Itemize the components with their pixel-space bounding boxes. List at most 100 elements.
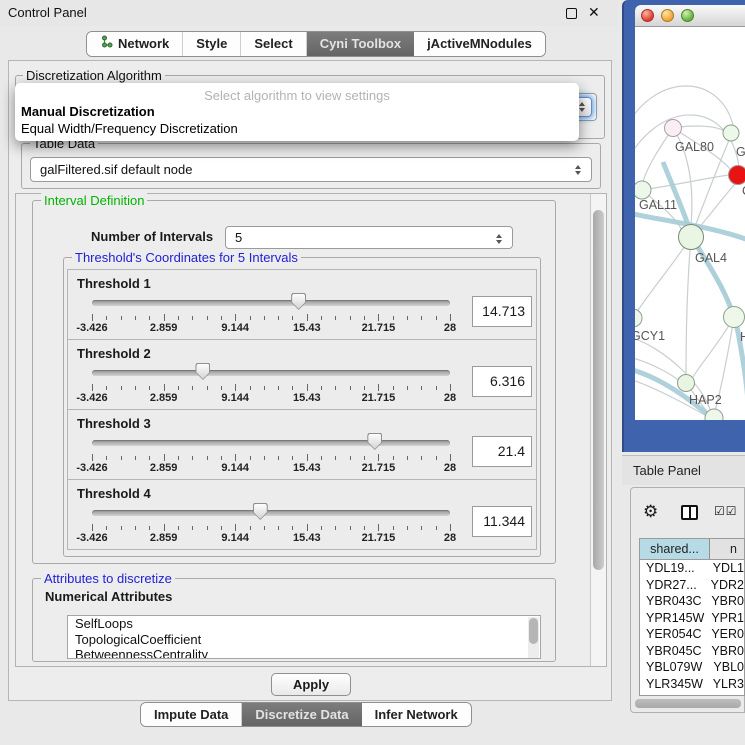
network-node-hap2[interactable]: [678, 375, 695, 392]
table-cell[interactable]: YBR0: [707, 643, 744, 660]
table-cell[interactable]: YDR2: [707, 577, 744, 594]
table-row[interactable]: YBL079WYBL0: [640, 659, 744, 676]
network-edge: [635, 237, 691, 315]
attributes-scrollbar-thumb[interactable]: [529, 618, 538, 644]
slider-thumb-icon[interactable]: [291, 293, 306, 310]
column-header-shared[interactable]: shared...: [640, 539, 710, 559]
table-cell[interactable]: YER0: [707, 626, 744, 643]
slider-track[interactable]: [92, 440, 450, 446]
table-cell[interactable]: YDL19...: [640, 560, 709, 577]
attribute-list-item[interactable]: SelfLoops: [68, 616, 540, 632]
table-cell[interactable]: YIL0: [710, 692, 744, 696]
tick-mark: [321, 316, 322, 320]
network-node-c[interactable]: [729, 166, 745, 185]
slider-thumb-icon[interactable]: [367, 433, 382, 450]
threshold-slider[interactable]: [92, 432, 450, 452]
network-node[interactable]: [705, 409, 723, 420]
float-window-icon[interactable]: [566, 8, 577, 19]
tick-mark: [192, 456, 193, 460]
table-row[interactable]: YER054CYER0: [640, 626, 744, 643]
attribute-list-item[interactable]: TopologicalCoefficient: [68, 632, 540, 648]
table-row[interactable]: YPR145WYPR1: [640, 610, 744, 627]
network-node-gal4[interactable]: [679, 225, 704, 250]
threshold-slider[interactable]: [92, 502, 450, 522]
tick-mark: [321, 456, 322, 460]
slider-thumb-icon[interactable]: [195, 363, 210, 380]
table-cell[interactable]: YIL052C: [640, 692, 710, 696]
threshold-slider[interactable]: [92, 362, 450, 382]
network-node-gal11[interactable]: [635, 181, 651, 199]
tab-select[interactable]: Select: [241, 32, 306, 56]
threshold-value-field[interactable]: 11.344: [472, 506, 532, 537]
dropdown-option-manual-discretization[interactable]: Manual Discretization: [21, 104, 155, 119]
threshold-value-field[interactable]: 21.4: [472, 436, 532, 467]
slider-track[interactable]: [92, 300, 450, 306]
table-cell[interactable]: YBL0: [709, 659, 744, 676]
table-row[interactable]: YBR045CYBR0: [640, 643, 744, 660]
tick-mark: [149, 386, 150, 390]
slider-thumb-icon[interactable]: [253, 503, 268, 520]
table-cell[interactable]: YDL1: [709, 560, 744, 577]
threshold-value-field[interactable]: 14.713: [472, 296, 532, 327]
tick-mark: [106, 386, 107, 390]
threshold-slider[interactable]: [92, 292, 450, 312]
network-node-ga[interactable]: [723, 125, 739, 141]
table-cell[interactable]: YBR045C: [640, 643, 707, 660]
zoom-traffic-light-icon[interactable]: [681, 9, 694, 22]
horizontal-scrollbar-thumb[interactable]: [635, 699, 741, 708]
tick-mark: [393, 316, 394, 320]
table-row[interactable]: YDL19...YDL1: [640, 560, 744, 577]
tab-jactivemnodules[interactable]: jActiveMNodules: [414, 32, 545, 56]
combobox-stepper-icon: [492, 231, 506, 247]
close-traffic-light-icon[interactable]: [641, 9, 654, 22]
threshold-panel: Threshold 1-3.4262.8599.14415.4321.71528…: [67, 269, 537, 340]
minimize-traffic-light-icon[interactable]: [661, 9, 674, 22]
number-of-intervals-combobox[interactable]: 5: [225, 226, 513, 249]
network-node-gcy1[interactable]: [635, 309, 642, 327]
table-cell[interactable]: YPR1: [707, 610, 744, 627]
numerical-attributes-list[interactable]: SelfLoopsTopologicalCoefficientBetweenne…: [67, 615, 541, 659]
table-cell[interactable]: YPR145W: [640, 610, 707, 627]
table-cell[interactable]: YBL079W: [640, 659, 709, 676]
tick-mark: [192, 316, 193, 320]
tab-style[interactable]: Style: [183, 32, 241, 56]
slider-track[interactable]: [92, 370, 450, 376]
table-row[interactable]: YBR043CYBR0: [640, 593, 744, 610]
bottom-tab-infer-network[interactable]: Infer Network: [362, 703, 471, 726]
attributes-scrollbar[interactable]: [528, 617, 539, 658]
slider-track[interactable]: [92, 510, 450, 516]
attribute-list-item[interactable]: BetweennessCentrality: [68, 647, 540, 659]
network-node-label: GAL80: [675, 140, 714, 154]
tab-network[interactable]: Network: [87, 32, 183, 56]
select-checkboxes-icon[interactable]: ☑☑: [714, 504, 738, 518]
gear-icon[interactable]: ⚙: [643, 502, 658, 522]
vertical-scrollbar-thumb[interactable]: [593, 210, 604, 570]
table-cell[interactable]: YBR0: [707, 593, 744, 610]
threshold-value-field[interactable]: 6.316: [472, 366, 532, 397]
table-cell[interactable]: YDR27...: [640, 577, 707, 594]
horizontal-scrollbar[interactable]: [635, 699, 741, 708]
table-row[interactable]: YIL052CYIL0: [640, 692, 744, 696]
column-header-name[interactable]: n: [710, 539, 744, 559]
columns-icon[interactable]: [681, 505, 698, 520]
tab-cyni-toolbox[interactable]: Cyni Toolbox: [307, 32, 414, 56]
bottom-tab-impute-data[interactable]: Impute Data: [141, 703, 242, 726]
network-node-h[interactable]: [724, 307, 745, 328]
bottom-tab-discretize-data[interactable]: Discretize Data: [242, 703, 361, 726]
network-canvas[interactable]: GAL80GACGAL11GAL4GCY1HHAP2: [635, 27, 745, 420]
tick-mark: [364, 456, 365, 460]
table-cell[interactable]: YLR3: [709, 676, 744, 693]
tick-mark: [393, 386, 394, 390]
network-node-gal80[interactable]: [665, 120, 682, 137]
table-data-combobox[interactable]: galFiltered.sif default node: [30, 157, 592, 182]
dropdown-option-equal-width-frequency[interactable]: Equal Width/Frequency Discretization: [21, 121, 238, 136]
table-row[interactable]: YDR27...YDR2: [640, 577, 744, 594]
vertical-scrollbar[interactable]: [590, 194, 606, 666]
close-panel-icon[interactable]: ✕: [588, 4, 600, 21]
table-row[interactable]: YLR345WYLR3: [640, 676, 744, 693]
table-cell[interactable]: YLR345W: [640, 676, 709, 693]
network-window-titlebar[interactable]: [635, 5, 745, 27]
table-cell[interactable]: YER054C: [640, 626, 707, 643]
table-cell[interactable]: YBR043C: [640, 593, 707, 610]
apply-button[interactable]: Apply: [271, 673, 351, 696]
